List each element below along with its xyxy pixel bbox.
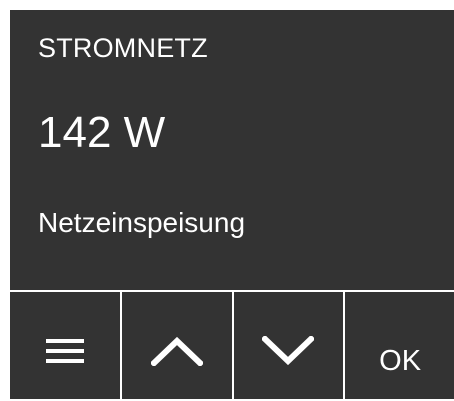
down-button[interactable] [234,292,346,399]
device-panel: STROMNETZ 142 W Netzeinspeisung OK [10,10,454,399]
power-value: 142 W [38,108,166,157]
section-title: STROMNETZ [38,33,208,63]
menu-icon [45,338,84,364]
chevron-up-icon [150,336,203,366]
ok-button[interactable]: OK [345,292,454,399]
chevron-down-icon [262,335,315,366]
menu-button[interactable] [10,292,122,399]
up-button[interactable] [122,292,234,399]
status-label: Netzeinspeisung [38,207,246,238]
ok-label: OK [379,344,422,377]
button-bar: OK [10,290,454,401]
display-screen: STROMNETZ 142 W Netzeinspeisung [10,10,454,290]
